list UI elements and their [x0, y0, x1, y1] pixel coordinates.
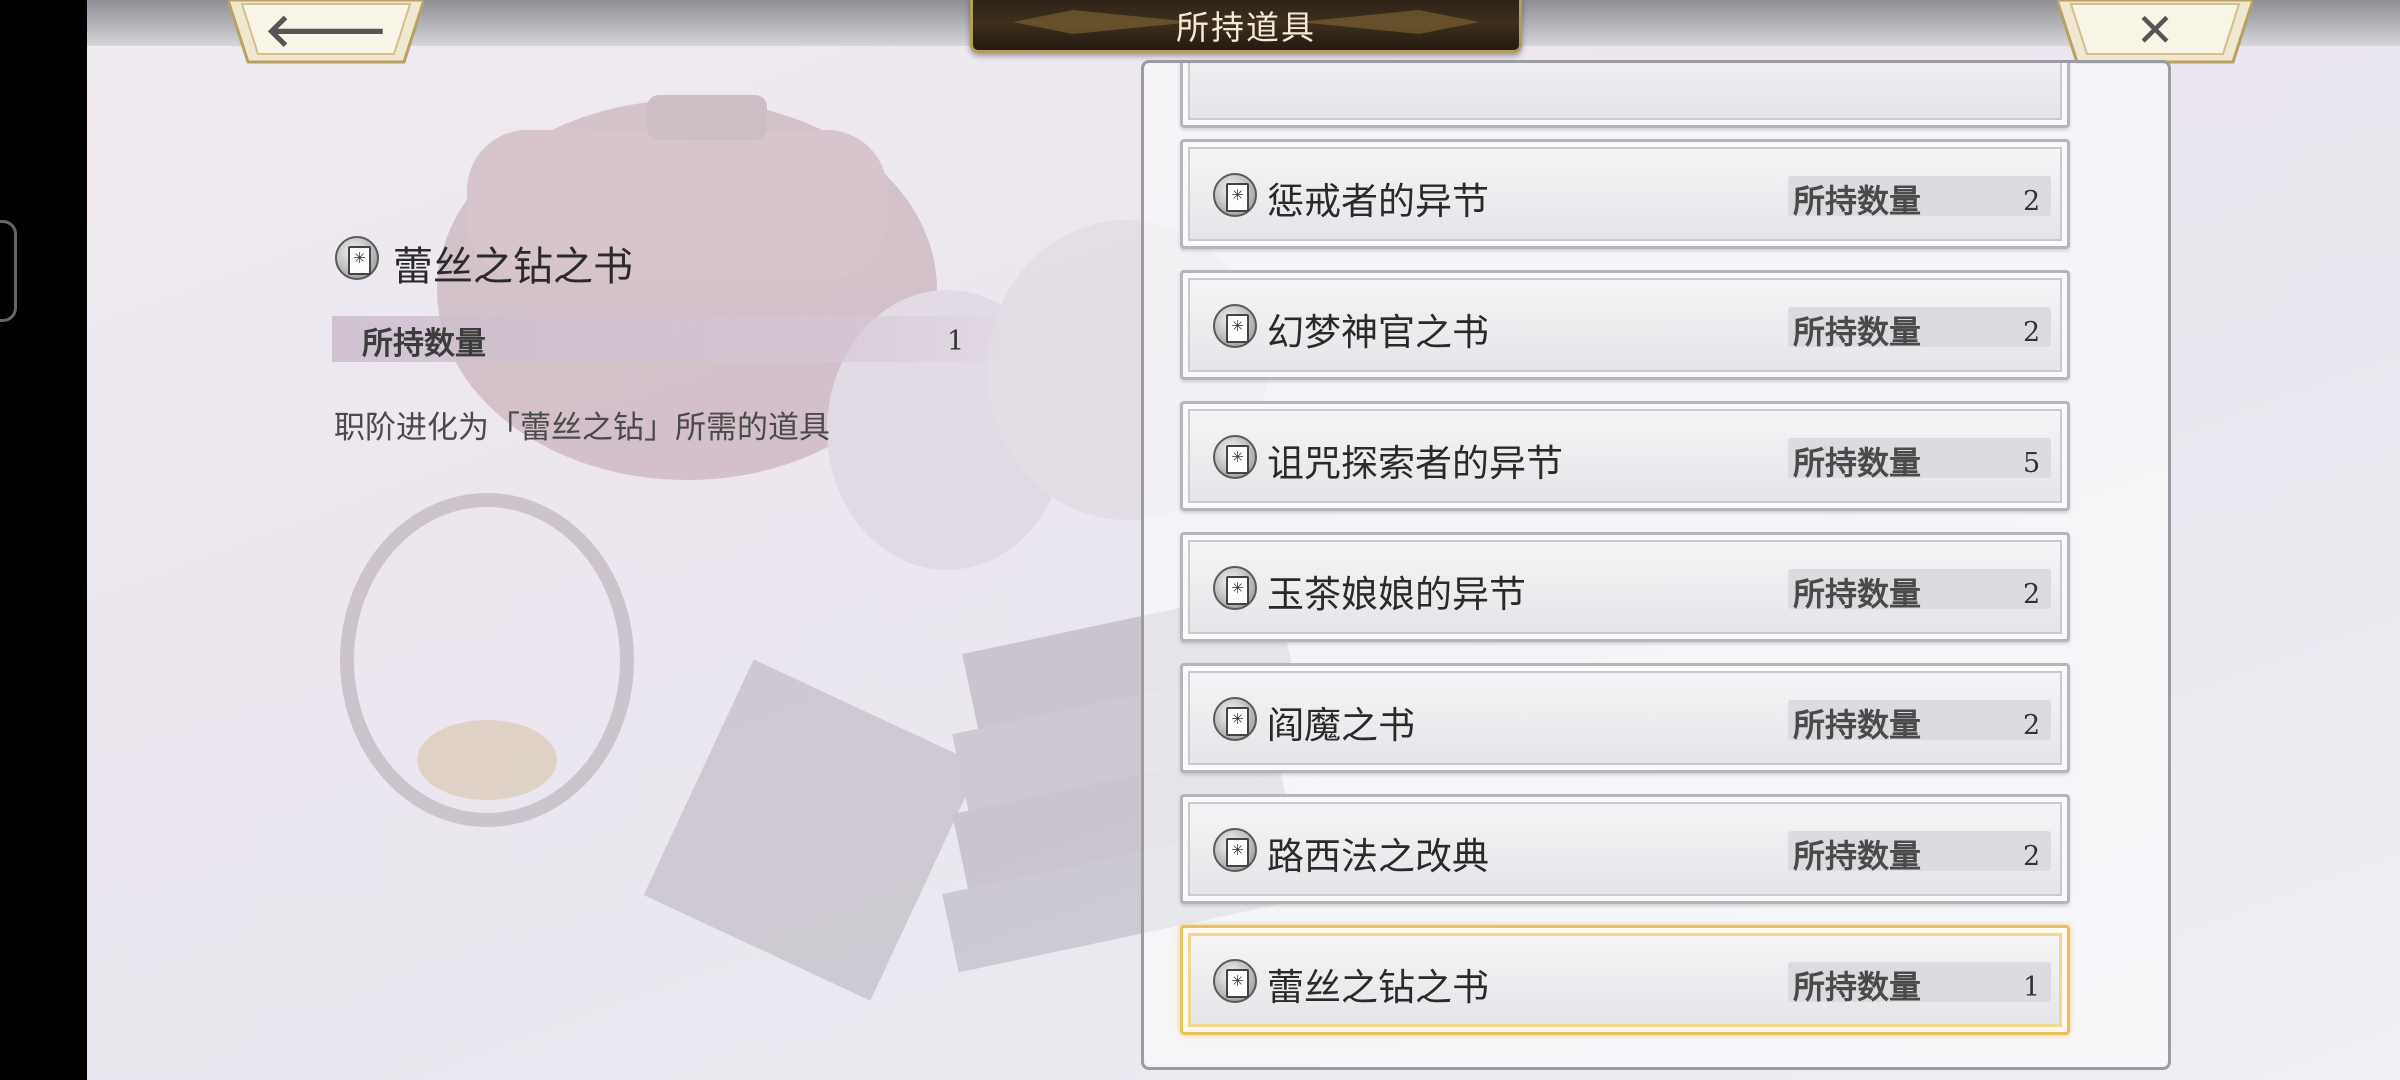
list-item[interactable]: 阎魔之书 所持数量 2	[1180, 663, 2070, 773]
back-button[interactable]: 🡐	[228, 0, 424, 66]
book-icon	[1213, 959, 1257, 1003]
list-item-partial[interactable]	[1180, 63, 2070, 128]
item-name: 幻梦神官之书	[1267, 311, 1489, 354]
quantity-value: 5	[2023, 448, 2041, 479]
list-item[interactable]: 诅咒探索者的异节 所持数量 5	[1180, 401, 2070, 511]
item-name: 阎魔之书	[1267, 704, 1415, 747]
quantity-label: 所持数量	[1793, 837, 1922, 875]
detail-quantity-value: 1	[947, 326, 965, 357]
list-item[interactable]: 路西法之改典 所持数量 2	[1180, 794, 2070, 904]
item-description: 职阶进化为「蕾丝之钻」所需的道具	[334, 410, 830, 446]
detail-quantity-label: 所持数量	[362, 326, 486, 362]
title-plate: 所持道具	[970, 0, 1522, 53]
quantity-label: 所持数量	[1793, 444, 1922, 482]
list-item[interactable]: 惩戒者的异节 所持数量 2	[1180, 139, 2070, 249]
list-item[interactable]: 玉茶娘娘的异节 所持数量 2	[1180, 532, 2070, 642]
book-icon	[1213, 697, 1257, 741]
quantity-value: 2	[2023, 710, 2041, 741]
quantity-value: 2	[2023, 317, 2041, 348]
item-list[interactable]: 惩戒者的异节 所持数量 2 幻梦神官之书 所持数量 2 诅咒探索者的异节 所持数…	[1141, 60, 2171, 1070]
quantity-label: 所持数量	[1793, 313, 1922, 351]
book-icon	[1213, 828, 1257, 872]
left-arrow-icon: 🡐	[264, 3, 388, 57]
quantity-value: 1	[2023, 972, 2041, 1003]
item-name: 蕾丝之钻之书	[1267, 966, 1489, 1009]
screen: 🡐 所持道具 ✕ 蕾丝之钻之书 所持数量 1 职阶进化为「蕾丝之钻」所需的道具 …	[87, 0, 2400, 1080]
item-name: 玉茶娘娘的异节	[1267, 573, 1526, 616]
item-detail-title: 蕾丝之钻之书	[393, 244, 633, 290]
book-icon	[335, 236, 379, 280]
item-name: 惩戒者的异节	[1267, 180, 1489, 223]
book-icon	[1213, 435, 1257, 479]
quantity-label: 所持数量	[1793, 968, 1922, 1006]
close-icon: ✕	[2135, 3, 2175, 57]
page-title: 所持道具	[1176, 8, 1316, 47]
quantity-value: 2	[2023, 186, 2041, 217]
book-icon	[1213, 304, 1257, 348]
edge-handle[interactable]	[0, 220, 17, 322]
item-name: 诅咒探索者的异节	[1267, 442, 1563, 485]
book-icon	[1213, 173, 1257, 217]
item-name: 路西法之改典	[1267, 835, 1489, 878]
list-item-selected[interactable]: 蕾丝之钻之书 所持数量 1	[1180, 925, 2070, 1035]
quantity-label: 所持数量	[1793, 575, 1922, 613]
book-icon	[1213, 566, 1257, 610]
quantity-value: 2	[2023, 841, 2041, 872]
quantity-value: 2	[2023, 579, 2041, 610]
close-button[interactable]: ✕	[2057, 0, 2253, 66]
quantity-label: 所持数量	[1793, 706, 1922, 744]
quantity-label: 所持数量	[1793, 182, 1922, 220]
list-item[interactable]: 幻梦神官之书 所持数量 2	[1180, 270, 2070, 380]
